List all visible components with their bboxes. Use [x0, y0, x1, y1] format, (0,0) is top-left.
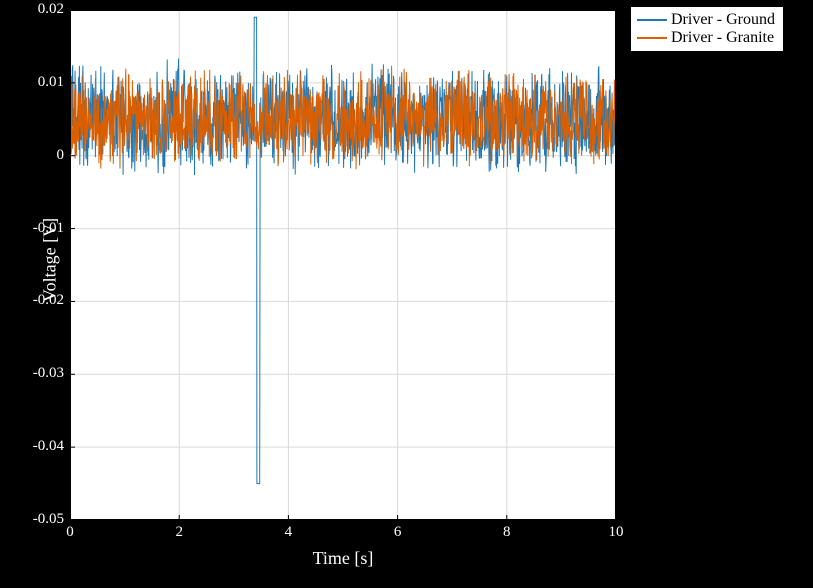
x-axis-label: Time [s]: [70, 548, 616, 569]
y-tick-label: -0.05: [8, 511, 64, 528]
legend-label: Driver - Granite: [671, 29, 774, 47]
y-tick-label: -0.04: [8, 438, 64, 455]
y-tick-label: -0.03: [8, 365, 64, 382]
x-tick-label: 2: [175, 524, 183, 541]
plot-area: [70, 10, 616, 520]
x-tick-label: 8: [503, 524, 511, 541]
legend-label: Driver - Ground: [671, 11, 775, 29]
y-tick-label: 0: [8, 147, 64, 164]
x-tick-label: 10: [609, 524, 624, 541]
legend-swatch-icon: [637, 37, 667, 39]
legend-swatch-icon: [637, 19, 667, 21]
y-axis-label: Voltage [V]: [40, 218, 61, 302]
y-tick-label: 0.01: [8, 74, 64, 91]
y-tick-label: 0.02: [8, 1, 64, 18]
x-tick-label: 0: [66, 524, 74, 541]
legend-item-0: Driver - Ground: [637, 11, 775, 29]
x-tick-label: 6: [394, 524, 402, 541]
data-series: [70, 17, 616, 483]
chart-container: { "chart_data": { "type": "line", "title…: [0, 0, 813, 588]
plot-svg: [70, 10, 616, 520]
legend-item-1: Driver - Granite: [637, 29, 775, 47]
series-line-0: [70, 17, 616, 483]
axis-frame: [70, 10, 616, 520]
gridlines: [70, 10, 616, 520]
x-tick-label: 4: [285, 524, 293, 541]
legend: Driver - Ground Driver - Granite: [630, 6, 784, 52]
